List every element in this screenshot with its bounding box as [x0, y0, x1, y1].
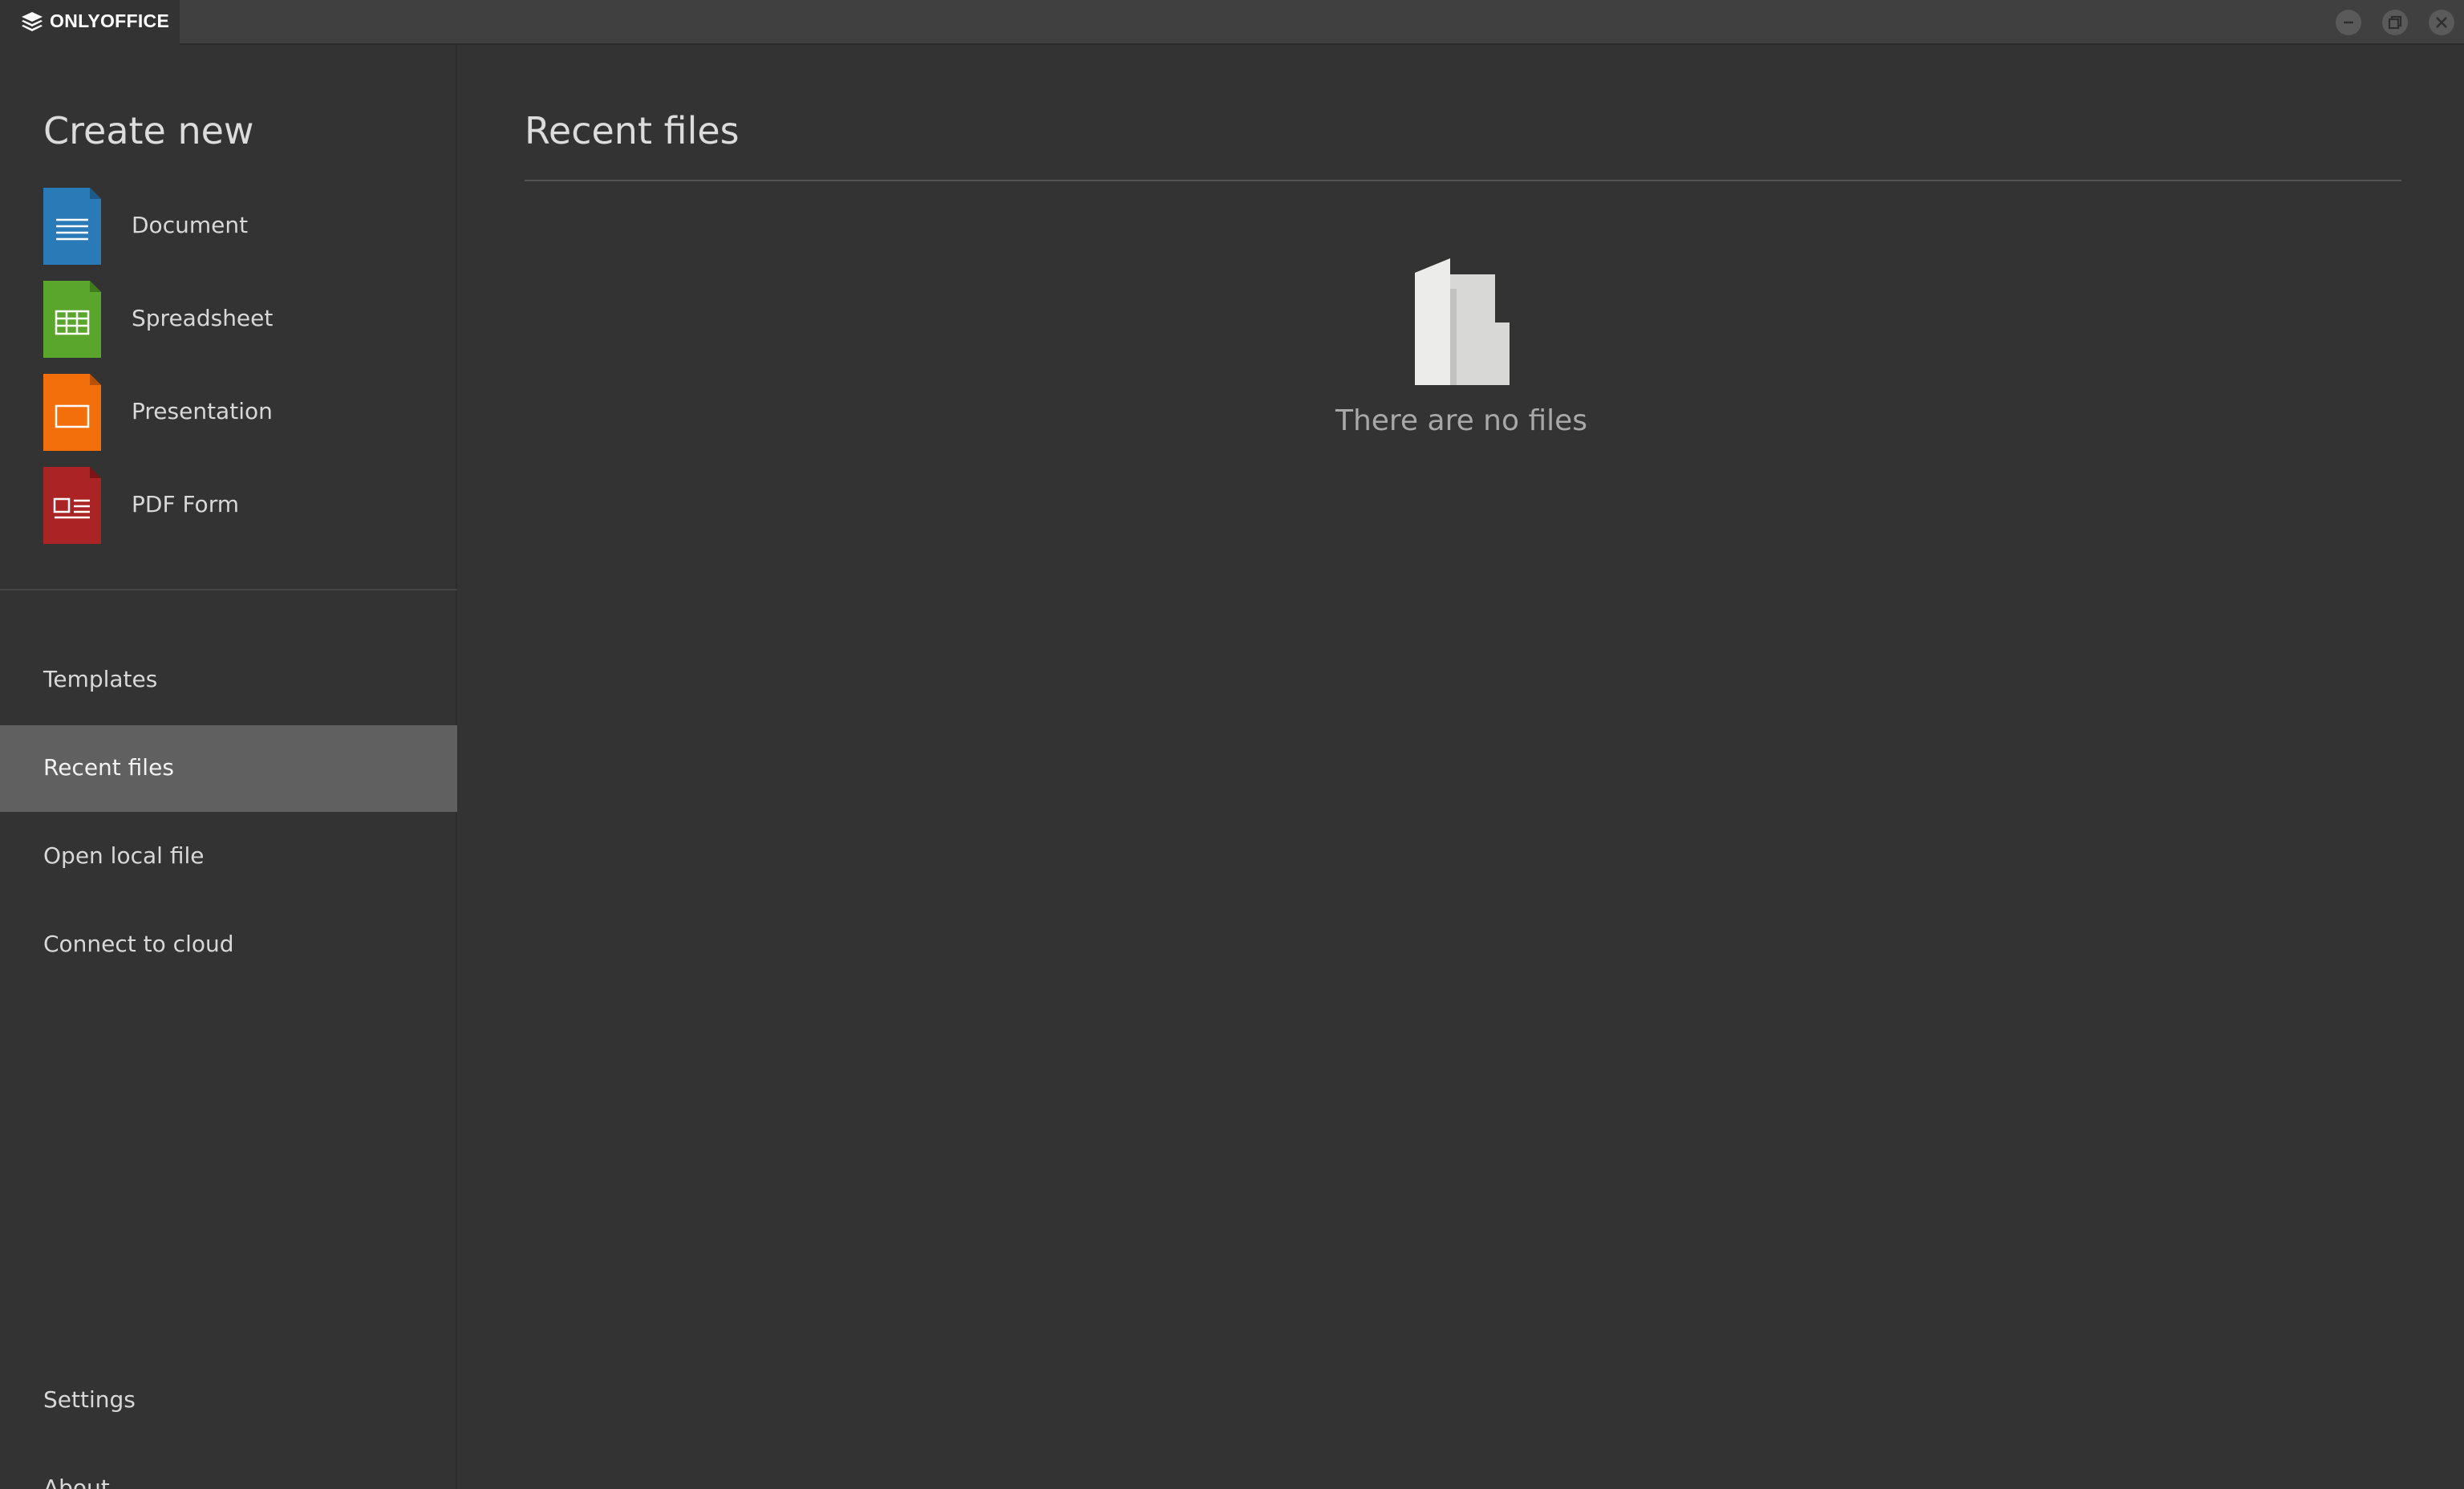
create-document-button[interactable]: Document [43, 188, 428, 268]
create-new-title: Create new [43, 109, 254, 152]
restore-icon [2388, 15, 2402, 30]
sidebar: Create new Document Spreadsheet Presenta… [0, 45, 457, 1489]
sidebar-item-connect-to-cloud[interactable]: Connect to cloud [0, 902, 457, 988]
sidebar-item-label: Recent files [43, 754, 174, 781]
create-spreadsheet-label: Spreadsheet [132, 305, 274, 331]
sidebar-item-open-local-file[interactable]: Open local file [0, 813, 457, 900]
app-name: ONLYOFFICE [50, 10, 170, 31]
empty-state-text: There are no files [1335, 404, 1588, 437]
create-document-label: Document [132, 212, 249, 238]
pdf-form-icon [43, 467, 101, 544]
sidebar-item-templates[interactable]: Templates [0, 637, 457, 724]
close-icon [2436, 17, 2447, 28]
onlyoffice-layers-icon [22, 12, 43, 31]
sidebar-divider [0, 589, 457, 590]
minimize-icon [2344, 21, 2353, 24]
document-icon [43, 188, 101, 265]
restore-button[interactable] [2382, 10, 2408, 35]
spreadsheet-icon [43, 281, 101, 358]
sidebar-item-label: Settings [43, 1386, 136, 1413]
create-pdf-form-button[interactable]: PDF Form [43, 467, 428, 547]
minimize-button[interactable] [2336, 10, 2361, 35]
sidebar-item-settings[interactable]: Settings [0, 1357, 457, 1444]
close-button[interactable] [2429, 10, 2454, 35]
title-bar: ONLYOFFICE [0, 0, 2464, 45]
empty-folder-icon [1415, 258, 1510, 385]
create-presentation-button[interactable]: Presentation [43, 374, 428, 454]
sidebar-item-label: Connect to cloud [43, 931, 234, 957]
main-panel: Recent files There are no files [459, 45, 2464, 1489]
app-window: ONLYOFFICE Create new Document Spreadshe… [0, 0, 2464, 1489]
page-title: Recent files [525, 109, 740, 152]
sidebar-item-label: About [43, 1475, 110, 1489]
sidebar-item-recent-files[interactable]: Recent files [0, 725, 457, 812]
create-spreadsheet-button[interactable]: Spreadsheet [43, 281, 428, 361]
sidebar-item-label: Open local file [43, 842, 205, 869]
app-tab[interactable]: ONLYOFFICE [0, 0, 180, 45]
title-divider [525, 180, 2401, 181]
create-pdf-form-label: PDF Form [132, 491, 239, 517]
sidebar-item-about[interactable]: About [0, 1446, 457, 1489]
presentation-icon [43, 374, 101, 451]
sidebar-item-label: Templates [43, 666, 158, 692]
create-presentation-label: Presentation [132, 398, 273, 424]
